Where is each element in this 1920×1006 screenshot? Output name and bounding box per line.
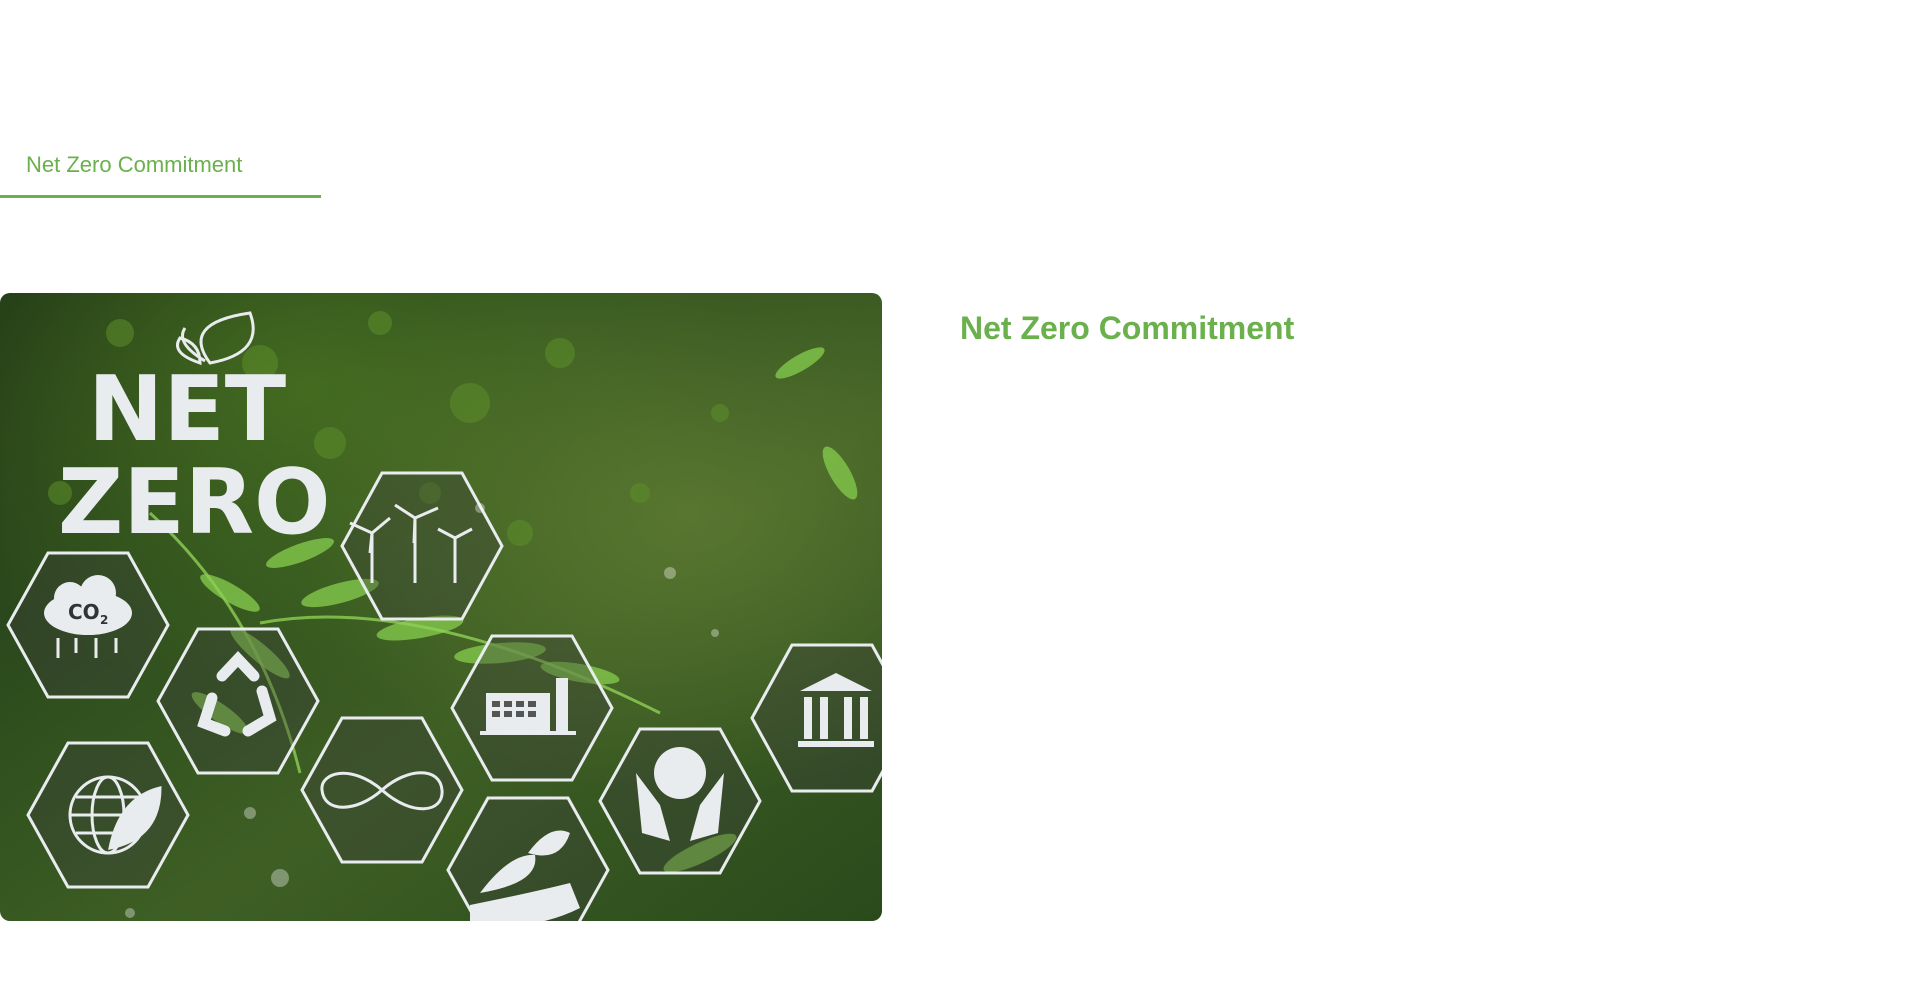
svg-text:NET: NET <box>88 357 286 462</box>
tab-bar: Net Zero Commitment <box>0 140 321 198</box>
svg-text:CO: CO <box>68 600 100 624</box>
svg-text:2: 2 <box>100 613 108 627</box>
section-heading: Net Zero Commitment <box>960 310 1295 346</box>
net-zero-hero-image: NET ZERO CO 2 <box>0 293 882 921</box>
tab-net-zero-commitment[interactable]: Net Zero Commitment <box>0 140 321 198</box>
tab-label: Net Zero Commitment <box>26 152 243 177</box>
svg-text:ZERO: ZERO <box>58 450 331 555</box>
